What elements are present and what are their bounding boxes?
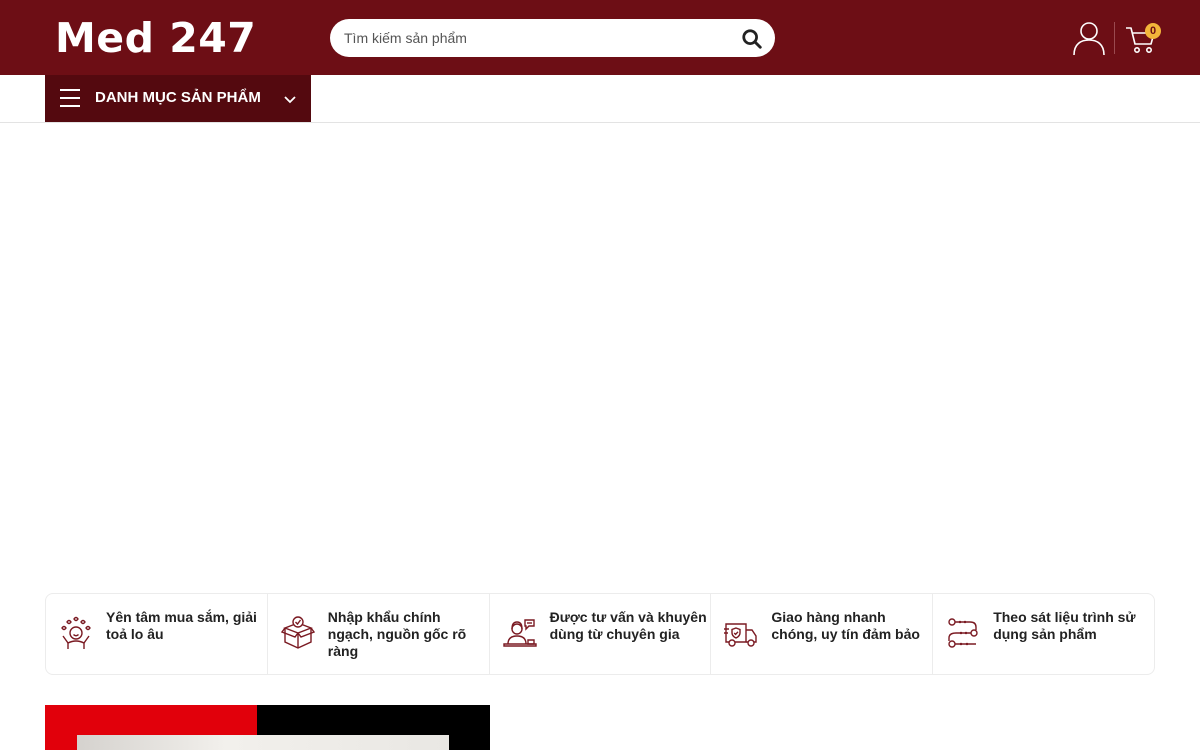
feature-item: Nhập khẩu chính ngạch, nguồn gốc rõ ràng [268,594,490,674]
feature-item: Giao hàng nhanh chóng, uy tín đảm bảo [711,594,934,674]
features-strip: Yên tâm mua sắm, giải toả lo âu Nhập khẩ… [45,593,1155,675]
search-input[interactable] [344,19,724,57]
happy-person-icon [61,616,91,649]
chevron-down-icon [284,96,296,104]
site-header: Med 247 0 [0,0,1200,75]
feature-item: Được tư vấn và khuyên dùng từ chuyên gia [490,594,712,674]
banner-product-image [77,735,449,750]
user-icon[interactable] [1072,20,1106,56]
feature-text: Theo sát liệu trình sử dụng sản phẩm [993,609,1136,642]
feature-text: Được tư vấn và khuyên dùng từ chuyên gia [549,609,707,642]
header-divider [1114,22,1115,54]
search-icon[interactable] [741,28,763,50]
promo-banner[interactable] [45,705,490,750]
consultant-icon [502,619,537,647]
feature-text: Nhập khẩu chính ngạch, nguồn gốc rõ ràng [327,609,467,659]
feature-text: Yên tâm mua sắm, giải toả lo âu [106,609,257,642]
site-logo[interactable]: Med 247 [55,14,256,62]
feature-item: Yên tâm mua sắm, giải toả lo âu [46,594,268,674]
feature-text: Giao hàng nhanh chóng, uy tín đảm bảo [771,609,920,642]
feature-item: Theo sát liệu trình sử dụng sản phẩm [933,594,1154,674]
nav-bar: DANH MỤC SẢN PHẨM [0,75,1200,123]
category-menu-button[interactable]: DANH MỤC SẢN PHẨM [45,75,311,122]
cart-count-badge: 0 [1145,23,1161,39]
routine-path-icon [948,618,978,648]
verified-box-icon [280,616,315,649]
category-menu-label: DANH MỤC SẢN PHẨM [95,89,261,106]
hamburger-icon [60,89,80,107]
delivery-truck-icon [724,623,758,647]
search-bar [330,19,775,57]
